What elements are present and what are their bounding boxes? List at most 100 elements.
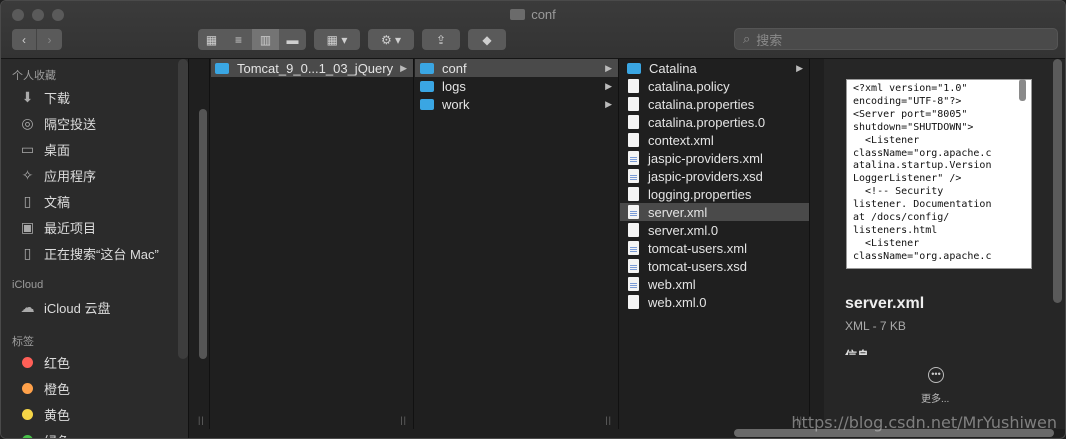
sidebar-item-downloads[interactable]: ⬇ 下载 <box>19 86 70 108</box>
list-item[interactable]: jaspic-providers.xsd <box>620 167 809 185</box>
list-item[interactable]: tomcat-users.xsd <box>620 257 809 275</box>
column-resize-handle[interactable]: || <box>605 415 612 425</box>
recents-icon: ▣ <box>20 218 35 235</box>
sidebar-item-label: 下载 <box>44 90 71 106</box>
code-preview[interactable]: <?xml version="1.0" encoding="UTF-8"?> <… <box>846 79 1032 269</box>
sidebar-item-label: 正在搜索“这台 Mac” <box>44 246 159 262</box>
sidebar-item-airdrop[interactable]: ◎ 隔空投送 <box>19 112 96 134</box>
toolbar: conf ‹ › ▦ ≡ ▥ ▬ ▦ ▾ ⚙ ▾ ⇪ ◆ ⌕ 搜索 <box>1 1 1065 59</box>
download-icon: ⬇ <box>21 88 34 105</box>
group-by-button[interactable]: ▦ ▾ <box>314 29 360 50</box>
icon-view-button[interactable]: ▦ <box>198 29 225 50</box>
airdrop-icon: ◎ <box>21 114 34 131</box>
more-button-label[interactable]: 更多... <box>921 390 949 405</box>
list-item[interactable]: logs ▶ <box>415 77 618 95</box>
xml-file-icon <box>628 241 639 255</box>
column-resize-handle[interactable]: || <box>400 415 407 425</box>
action-button[interactable]: ⚙ ▾ <box>368 29 414 50</box>
document-icon <box>628 187 639 201</box>
sidebar-item-label: 应用程序 <box>44 168 97 184</box>
folder-icon <box>215 62 229 74</box>
disclosure-arrow-icon: ▶ <box>796 62 803 73</box>
list-item[interactable]: work ▶ <box>415 95 618 113</box>
tag-dot-icon <box>22 382 33 394</box>
sidebar-item-desktop[interactable]: ▭ 桌面 <box>19 138 70 160</box>
item-label: web.xml <box>648 276 696 292</box>
preview-scrollbar[interactable] <box>1053 59 1062 303</box>
sidebar-item-documents[interactable]: ▯ 文稿 <box>19 190 70 212</box>
sidebar-scrollbar[interactable] <box>178 59 188 359</box>
applications-icon: ✧ <box>21 166 34 183</box>
sidebar-tag-red[interactable]: 红色 <box>19 351 70 373</box>
column-scrollbar[interactable] <box>199 109 207 359</box>
column-3: Catalina ▶ catalina.policy catalina.prope… <box>620 59 810 429</box>
tag-label: 绿色 <box>44 431 70 439</box>
search-field[interactable]: ⌕ 搜索 <box>734 28 1058 50</box>
sidebar-item-label: 隔空投送 <box>44 116 97 132</box>
column-2: conf ▶ logs ▶ work ▶ || <box>415 59 619 429</box>
preview-file-name: server.xml <box>845 295 925 312</box>
sidebar-item-icloud-drive[interactable]: ☁ iCloud 云盘 <box>19 296 111 318</box>
column-resize-handle[interactable]: || <box>198 415 205 425</box>
item-label: work <box>442 96 470 112</box>
list-item[interactable]: Catalina ▶ <box>620 59 809 77</box>
item-label: Tomcat_9_0...1_03_jQuery <box>237 60 394 76</box>
sidebar-item-applications[interactable]: ✧ 应用程序 <box>19 164 96 186</box>
share-button[interactable]: ⇪ <box>422 29 460 50</box>
item-label: jaspic-providers.xsd <box>648 168 763 184</box>
list-item[interactable]: server.xml.0 <box>620 221 809 239</box>
columns-icon: ▥ <box>259 32 272 47</box>
disclosure-arrow-icon: ▶ <box>605 62 612 73</box>
list-item[interactable]: catalina.properties <box>620 95 809 113</box>
preview-pane: <?xml version="1.0" encoding="UTF-8"?> <… <box>824 59 1065 429</box>
folder-icon <box>420 80 434 92</box>
tags-button[interactable]: ◆ <box>468 29 506 50</box>
item-label: catalina.properties <box>648 96 755 112</box>
finder-window: conf ‹ › ▦ ≡ ▥ ▬ ▦ ▾ ⚙ ▾ ⇪ ◆ ⌕ 搜索 个人收藏 ⬇… <box>0 0 1066 439</box>
column-1: Tomcat_9_0...1_03_jQuery ▶ || <box>211 59 414 429</box>
xml-file-icon <box>628 205 639 219</box>
watermark: https://blog.csdn.net/MrYushiwen <box>791 413 1057 432</box>
documents-icon: ▯ <box>23 192 32 209</box>
list-item[interactable]: tomcat-users.xml <box>620 239 809 257</box>
document-icon <box>628 115 639 129</box>
list-item[interactable]: logging.properties <box>620 185 809 203</box>
back-button[interactable]: ‹ <box>12 29 37 50</box>
list-item[interactable]: context.xml <box>620 131 809 149</box>
xml-file-icon <box>628 277 639 291</box>
list-item[interactable]: Tomcat_9_0...1_03_jQuery ▶ <box>211 59 413 77</box>
list-item[interactable]: catalina.policy <box>620 77 809 95</box>
sidebar-tag-orange[interactable]: 橙色 <box>19 377 70 399</box>
list-item[interactable]: server.xml <box>620 203 809 221</box>
window-title-text: conf <box>531 7 556 22</box>
tag-label: 红色 <box>44 355 71 371</box>
item-label: catalina.policy <box>648 78 730 94</box>
list-item[interactable]: catalina.properties.0 <box>620 113 809 131</box>
list-view-button[interactable]: ≡ <box>225 29 252 50</box>
search-folder-icon: ▯ <box>23 244 32 261</box>
sidebar-tag-yellow[interactable]: 黄色 <box>19 403 70 425</box>
gallery-icon: ▬ <box>286 32 299 47</box>
list-item[interactable]: web.xml <box>620 275 809 293</box>
tag-icon: ◆ <box>482 32 492 47</box>
sidebar-item-label: 文稿 <box>44 194 71 210</box>
sidebar-item-recents[interactable]: ▣ 最近项目 <box>19 216 96 238</box>
list-item[interactable]: web.xml.0 <box>620 293 809 311</box>
sidebar-item-label: 最近项目 <box>44 220 97 236</box>
item-label: server.xml <box>648 204 708 220</box>
item-label: tomcat-users.xml <box>648 240 747 256</box>
list-item[interactable]: conf ▶ <box>415 59 618 77</box>
forward-button[interactable]: › <box>37 29 62 50</box>
disclosure-arrow-icon: ▶ <box>605 80 612 91</box>
icloud-header: iCloud <box>12 279 44 291</box>
folder-icon <box>420 62 434 74</box>
code-preview-scrollbar[interactable] <box>1019 79 1026 101</box>
list-item[interactable]: jaspic-providers.xml <box>620 149 809 167</box>
more-icon[interactable]: ••• <box>928 367 944 383</box>
sidebar-item-search-mac[interactable]: ▯ 正在搜索“这台 Mac” <box>19 242 159 264</box>
gallery-view-button[interactable]: ▬ <box>279 29 306 50</box>
item-label: logs <box>442 78 466 94</box>
document-icon <box>628 223 639 237</box>
column-view-button[interactable]: ▥ <box>252 29 279 50</box>
sidebar-tag-green[interactable]: 绿色 <box>19 429 70 439</box>
